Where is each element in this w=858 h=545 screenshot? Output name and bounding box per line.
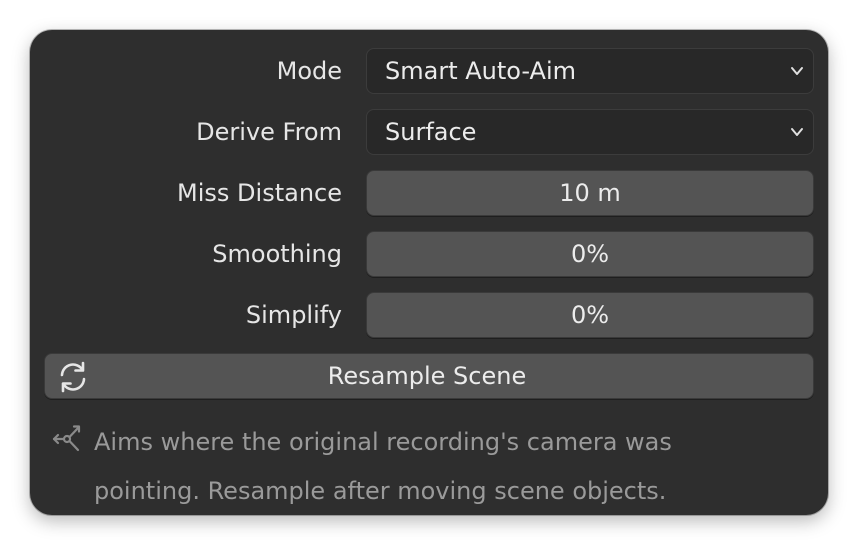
smoothing-label: Smoothing [212, 240, 342, 268]
simplify-label: Simplify [245, 301, 342, 329]
simplify-field[interactable]: 0% [366, 292, 814, 338]
simplify-row: Simplify 0% [30, 292, 828, 338]
derive-from-row: Derive From Surface [30, 109, 828, 155]
chevron-down-icon [791, 67, 803, 75]
resample-scene-label: Resample Scene [327, 362, 527, 390]
smoothing-row: Smoothing 0% [30, 231, 828, 277]
resample-scene-button[interactable]: Resample Scene [44, 353, 814, 399]
derive-from-dropdown[interactable]: Surface [366, 109, 814, 155]
node-link-icon [52, 425, 81, 452]
mode-label: Mode [276, 57, 342, 85]
chevron-down-icon [791, 128, 803, 136]
miss-distance-row: Miss Distance 10 m [30, 170, 828, 216]
mode-dropdown[interactable]: Smart Auto-Aim [366, 48, 814, 94]
miss-distance-label: Miss Distance [177, 179, 342, 207]
info-text: Aims where the original recording's came… [94, 428, 672, 505]
info-hint: Aims where the original recording's came… [44, 418, 814, 510]
derive-from-value: Surface [385, 118, 477, 146]
derive-from-label: Derive From [196, 118, 342, 146]
aim-settings-panel: Mode Smart Auto-Aim Derive From Surface … [30, 30, 828, 515]
mode-row: Mode Smart Auto-Aim [30, 48, 828, 94]
mode-value: Smart Auto-Aim [385, 57, 576, 85]
miss-distance-field[interactable]: 10 m [366, 170, 814, 216]
smoothing-field[interactable]: 0% [366, 231, 814, 277]
